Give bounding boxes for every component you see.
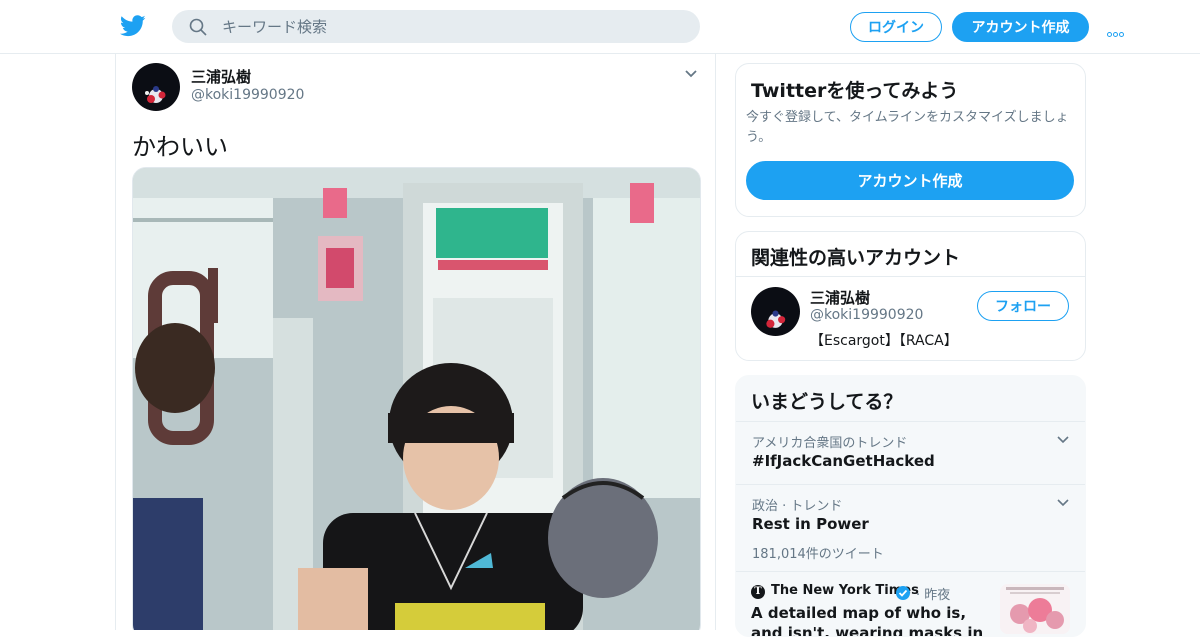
news-thumbnail[interactable]: [1000, 584, 1070, 634]
trend-category: アメリカ合衆国のトレンド: [752, 436, 908, 451]
trend-name[interactable]: #IfJackCanGetHacked: [752, 452, 935, 470]
related-account-name[interactable]: 三浦弘樹: [810, 287, 870, 308]
top-navigation-bar: ログイン アカウント作成: [0, 0, 1200, 54]
divider: [736, 421, 1085, 422]
trend-name[interactable]: Rest in Power: [752, 515, 869, 533]
signup-card-button[interactable]: アカウント作成: [746, 161, 1074, 200]
trends-card-title: いまどうしてる？: [751, 391, 903, 413]
twitter-bird-icon[interactable]: [120, 14, 146, 38]
chevron-down-icon[interactable]: [1057, 499, 1069, 507]
related-account-bio: 【Escargot】【RACA】: [810, 333, 958, 349]
trend-category: 政治 · トレンド: [752, 499, 843, 514]
tweet-column: 三浦弘樹 @koki19990920 かわいい: [115, 53, 716, 630]
tweet-text: かわいい: [132, 133, 228, 161]
related-card-title: 関連性の高いアカウント: [751, 247, 961, 269]
chevron-down-icon[interactable]: [1057, 436, 1069, 444]
related-account-avatar[interactable]: [751, 287, 800, 336]
nyt-logo-icon: T: [751, 585, 765, 599]
tweet-photo[interactable]: [132, 167, 701, 630]
tweet-author-name[interactable]: 三浦弘樹: [191, 66, 251, 87]
login-button[interactable]: ログイン: [850, 12, 942, 42]
news-time: · 昨夜: [916, 588, 951, 603]
verified-badge-icon: [896, 586, 910, 600]
search-input[interactable]: [222, 10, 682, 43]
follow-button[interactable]: フォロー: [977, 291, 1069, 321]
avatar[interactable]: [132, 63, 180, 111]
search-bar[interactable]: [172, 10, 700, 43]
trend-tweet-count: 181,014件のツイート: [752, 547, 884, 562]
signup-card-description: 今すぐ登録して、タイムラインをカスタマイズしましょう。: [746, 110, 1069, 145]
signup-card: Twitterを使ってみよう 今すぐ登録して、タイムラインをカスタマイズしましょ…: [735, 63, 1086, 217]
news-headline[interactable]: A detailed map of who is, and isn't, wea…: [751, 603, 996, 636]
chevron-down-icon[interactable]: [684, 69, 698, 79]
divider: [736, 276, 1085, 277]
divider: [736, 571, 1085, 572]
divider: [736, 484, 1085, 485]
signup-button[interactable]: アカウント作成: [952, 12, 1089, 42]
related-accounts-card: 関連性の高いアカウント 三浦弘樹 @koki19990920 【Escargot…: [735, 231, 1086, 361]
trends-card: いまどうしてる？ アメリカ合衆国のトレンド #IfJackCanGetHacke…: [735, 375, 1086, 637]
related-account-handle[interactable]: @koki19990920: [810, 307, 923, 323]
search-icon: [189, 18, 207, 36]
signup-card-title: Twitterを使ってみよう: [751, 80, 959, 102]
tweet-author-handle[interactable]: @koki19990920: [191, 87, 304, 103]
more-dots-icon[interactable]: [1107, 22, 1131, 37]
